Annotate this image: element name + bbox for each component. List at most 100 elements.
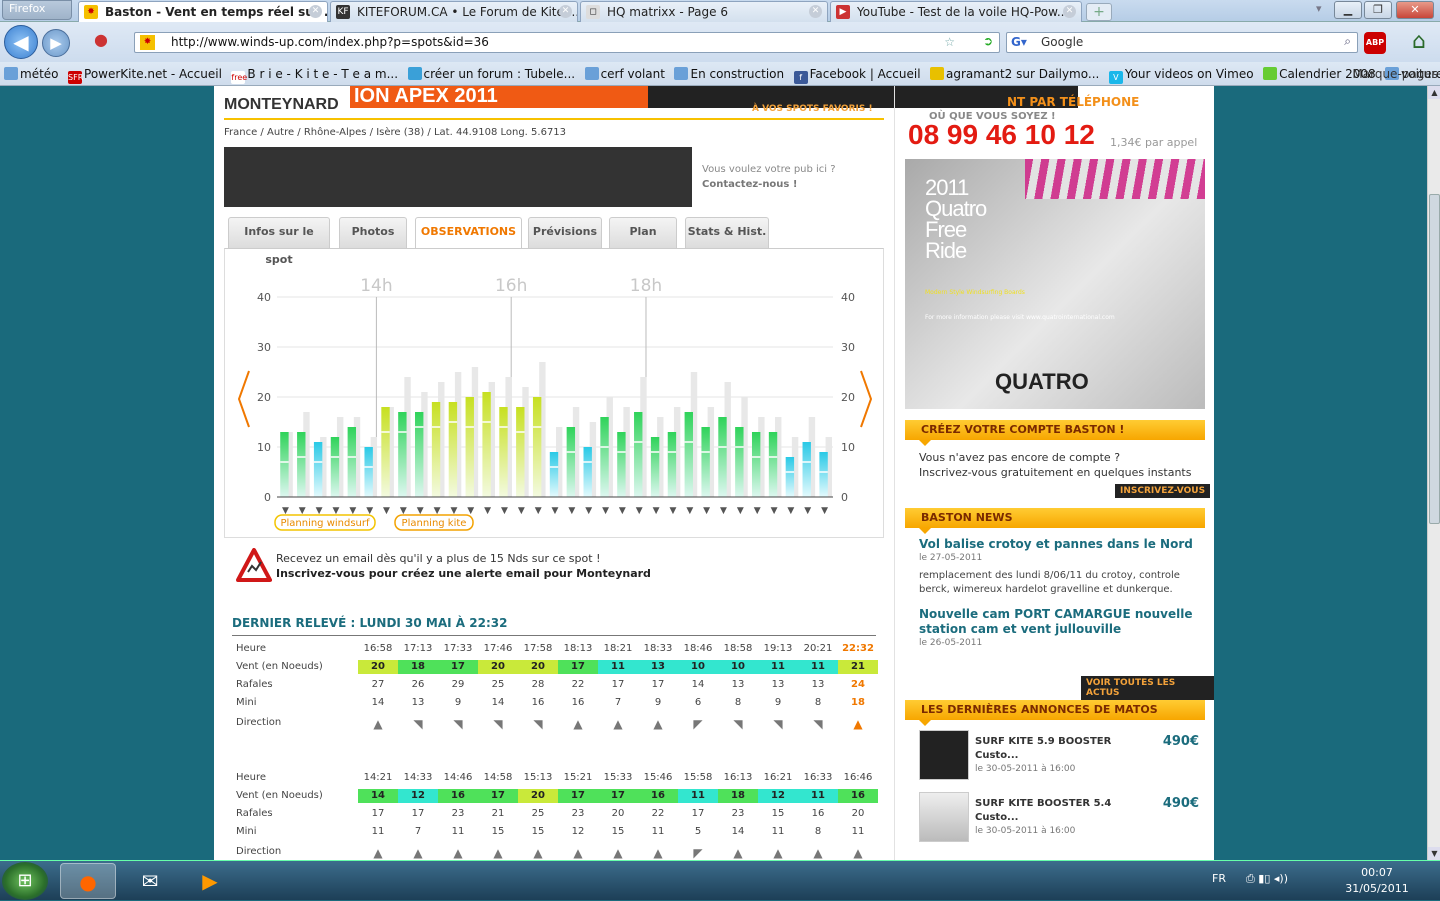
obs-cell: 16	[531, 697, 545, 708]
new-tab-button[interactable]: +	[1086, 3, 1112, 21]
go-icon[interactable]: ➲	[983, 34, 993, 48]
bookmark-star-icon[interactable]: ☆	[944, 35, 955, 49]
email-alert[interactable]: Recevez un email dès qu'il y a plus de 1…	[236, 548, 876, 586]
obs-row-label: Direction	[236, 846, 282, 857]
tab-youtube[interactable]: ▶ YouTube - Test de la voile HQ-Pow... ✕	[830, 1, 1082, 22]
obs-cell: 13	[771, 679, 785, 690]
favorites-link[interactable]: À VOS SPOTS FAVORIS !	[752, 104, 873, 114]
obs-cell: 17:13	[403, 643, 433, 654]
thunderbird-taskbar-icon[interactable]: ✉	[122, 863, 178, 899]
language-indicator[interactable]: FR	[1212, 872, 1226, 885]
address-bar[interactable]: ✸ http://www.winds-up.com/index.php?p=sp…	[134, 32, 1000, 53]
bookmarks-menu[interactable]: Marque-pages	[1352, 67, 1438, 81]
direction-arrow-icon: ▲	[853, 846, 863, 860]
extension-icon[interactable]: ●	[94, 30, 118, 54]
close-window-button[interactable]: ✕	[1396, 1, 1434, 19]
bookmark-dailymotion[interactable]: agramant2 sur Dailymo...	[926, 62, 1101, 81]
tab-list-icon[interactable]: ▾	[1316, 2, 1322, 15]
home-icon[interactable]: ⌂	[1404, 28, 1434, 58]
minimize-button[interactable]: ▁	[1334, 1, 1362, 19]
tab-baston[interactable]: ✸ Baston - Vent en temps réel sur ... ✕	[78, 1, 328, 22]
ad-placeholder[interactable]	[224, 147, 692, 207]
classified-ad[interactable]: SURF KITE BOOSTER 5.4 Custo... le 30-05-2…	[919, 792, 1199, 848]
web-page: MONTEYNARD ION APEX 2011 À VOS SPOTS FAV…	[214, 86, 1214, 860]
contact-link[interactable]: Contactez-nous !	[702, 179, 797, 190]
adblock-icon[interactable]: ABP	[1364, 32, 1386, 54]
bookmark-facebook[interactable]: f Facebook | Accueil	[790, 62, 923, 84]
search-icon[interactable]: ⌕	[1344, 34, 1351, 49]
classified-ad[interactable]: SURF KITE 5.9 BOOSTER Custo... le 30-05-2…	[919, 730, 1199, 786]
back-button[interactable]: ◀	[4, 25, 38, 59]
start-button[interactable]: ⊞	[2, 862, 48, 900]
close-icon[interactable]: ✕	[309, 5, 322, 18]
tab-previsions[interactable]: Prévisions	[528, 217, 602, 248]
alert-signup-link[interactable]: Inscrivez-vous pour créez une alerte ema…	[276, 567, 651, 580]
account-text: Vous n'avez pas encore de compte ? Inscr…	[919, 451, 1192, 479]
tab-observations[interactable]: OBSERVATIONS	[415, 217, 522, 249]
obs-cell: 17	[558, 789, 598, 803]
news-date: le 27-05-2011	[919, 553, 983, 563]
tab-infos[interactable]: Infos sur le spot	[228, 217, 330, 266]
signup-button[interactable]: INSCRIVEZ-VOUS	[1115, 484, 1211, 498]
wind-bar	[684, 412, 693, 497]
ad-contact[interactable]: Vous voulez votre pub ici ? Contactez-no…	[702, 162, 836, 192]
bookmark-tubele[interactable]: créer un forum : Tubele...	[404, 62, 578, 81]
close-icon[interactable]: ✕	[809, 5, 822, 18]
tab-plan[interactable]: Plan	[609, 217, 677, 248]
forward-button[interactable]: ▶	[42, 29, 70, 57]
obs-cell: 20	[518, 660, 558, 674]
obs-cell: 5	[694, 826, 702, 837]
y-tick-label-right: 30	[841, 341, 855, 354]
obs-cell: 20	[518, 789, 558, 803]
bookmark-briekite[interactable]: freeB r i e - K i t e - T e a m...	[227, 62, 400, 84]
wind-bar	[751, 432, 761, 497]
firefox-taskbar-icon[interactable]: ●	[60, 863, 116, 899]
scroll-up-icon[interactable]: ▲	[1428, 86, 1440, 99]
tab-photos[interactable]: Photos	[339, 217, 407, 248]
bookmark-vimeo[interactable]: V Your videos on Vimeo	[1105, 62, 1256, 84]
direction-arrow: ▼	[804, 506, 811, 516]
obs-cell: 15:58	[683, 772, 713, 783]
clock-date[interactable]: 31/05/2011	[1332, 882, 1422, 895]
obs-cell: 11	[851, 826, 865, 837]
search-bar[interactable]: G▾ Google ⌕	[1006, 32, 1358, 53]
y-tick-label-right: 10	[841, 441, 855, 454]
tab-stats[interactable]: Stats & Hist.	[685, 217, 769, 248]
obs-cell: 17	[598, 789, 638, 803]
ad-stripes	[1025, 159, 1205, 199]
bookmark-cerf-volant[interactable]: cerf volant	[581, 62, 667, 81]
close-icon[interactable]: ✕	[559, 5, 572, 18]
scroll-down-icon[interactable]: ▼	[1428, 847, 1440, 860]
bookmark-construction[interactable]: En construction	[670, 62, 786, 81]
obs-row-wind: Vent (en Noeuds) 14 12 16 17 20 17 17 16 11 18 12 11…	[232, 789, 880, 803]
close-icon[interactable]: ✕	[1063, 5, 1076, 18]
ad-date: le 30-05-2011 à 16:00	[975, 826, 1076, 836]
direction-arrow-icon: ▲	[573, 717, 583, 731]
diamond-icon	[1263, 67, 1278, 80]
obs-cell: 7	[614, 697, 622, 708]
news-title[interactable]: Nouvelle cam PORT CAMARGUE nouvelle stat…	[919, 607, 1195, 637]
all-news-button[interactable]: VOIR TOUTES LES ACTUS	[1081, 676, 1214, 700]
obs-cell: 16:46	[843, 772, 873, 783]
bookmark-powerkite[interactable]: SFRPowerKite.net - Accueil	[64, 62, 224, 84]
tray-icons[interactable]: ⎙ ▮▯ ◂))	[1246, 872, 1288, 886]
tab-hq-matrixx[interactable]: ◻ HQ matrixx - Page 6 ✕	[580, 1, 828, 22]
bookmark-meteo[interactable]: météo	[0, 62, 61, 81]
scroll-thumb[interactable]	[1429, 194, 1440, 524]
firefox-menu-button[interactable]: Firefox	[2, 0, 72, 20]
quatro-ad[interactable]: 2011 Quatro Free Ride Modern Style Winds…	[905, 159, 1205, 409]
news-title[interactable]: Vol balise crotoy et pannes dans le Nord	[919, 537, 1195, 552]
direction-arrow: ▼	[720, 506, 727, 516]
tab-label: YouTube - Test de la voile HQ-Pow...	[857, 5, 1069, 19]
obs-cell: 16	[811, 808, 825, 819]
obs-row-time: Heure 14:21 14:33 14:46 14:58 15:13 15:21 15:33…	[232, 771, 880, 785]
direction-arrow-icon: ◥	[773, 717, 783, 731]
clock-time[interactable]: 00:07	[1332, 866, 1422, 879]
media-taskbar-icon[interactable]: ▶	[182, 863, 238, 899]
maximize-button[interactable]: ❐	[1364, 1, 1392, 19]
obs-cell: 15	[771, 808, 785, 819]
tab-kiteforum[interactable]: KF KITEFORUM.CA • Le Forum de Kite ... ✕	[330, 1, 578, 22]
scrollbar[interactable]: ▲ ▼	[1427, 86, 1440, 860]
legend-label: Planning windsurf	[280, 518, 370, 529]
direction-arrow: ▼	[737, 506, 744, 516]
